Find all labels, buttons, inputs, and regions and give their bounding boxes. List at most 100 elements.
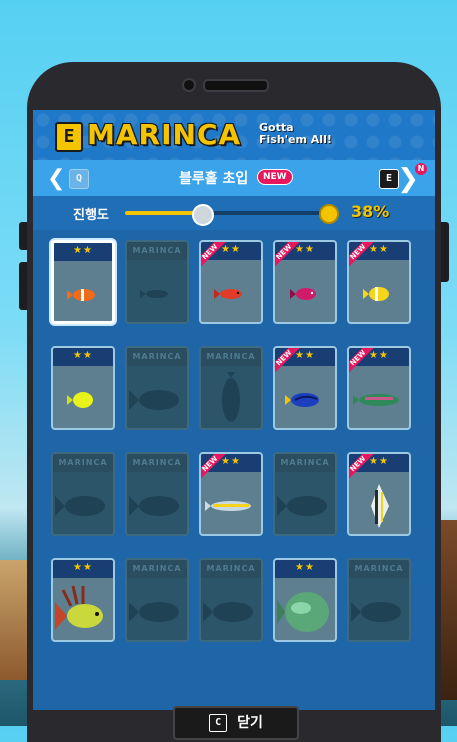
card-header: MARINCA <box>201 560 261 578</box>
locked-card-label: MARINCA <box>206 352 256 361</box>
fish-card[interactable]: ★★ <box>273 558 337 642</box>
card-header: ★★ <box>54 243 112 261</box>
stage-title: 블루홀 초입 <box>179 171 249 187</box>
fish-card[interactable]: ★★ NEW <box>273 346 337 430</box>
phone-side-button <box>19 222 27 250</box>
fish-card[interactable]: MARINCA <box>51 452 115 536</box>
fish-card[interactable]: MARINCA <box>199 558 263 642</box>
fish-silhouette-icon <box>201 582 261 640</box>
grouper-icon <box>275 582 335 640</box>
locked-card-label: MARINCA <box>132 352 182 361</box>
fish-silhouette-icon <box>275 476 335 534</box>
speaker-grill <box>203 79 269 92</box>
progress-percent: 38% <box>351 202 390 221</box>
green-wrasse-icon <box>349 370 409 428</box>
card-header: MARINCA <box>275 454 335 472</box>
fish-card[interactable]: MARINCA <box>125 452 189 536</box>
red-fish-icon <box>201 264 261 322</box>
fish-card[interactable]: ★★ <box>51 240 115 324</box>
fish-card[interactable]: ★★ <box>51 346 115 430</box>
fish-card[interactable]: MARINCA <box>199 346 263 430</box>
card-header: MARINCA <box>127 560 187 578</box>
locked-card-label: MARINCA <box>354 564 404 573</box>
lionfish-icon <box>53 582 113 640</box>
collection-panel: ★★ MARINCA ★★ NEW ★★ NEW ★★ NEW ★★ MARINCA MARINCA… <box>33 230 435 710</box>
locked-card-label: MARINCA <box>132 246 182 255</box>
locked-card-label: MARINCA <box>58 458 108 467</box>
card-header: ★★ <box>275 560 335 578</box>
reward-coin-icon <box>319 204 339 224</box>
angelfish-icon <box>349 476 409 534</box>
tagline: Gotta Fish'em All! <box>259 122 332 146</box>
background-pier <box>439 520 457 700</box>
close-label: 닫기 <box>237 715 263 731</box>
locked-card-label: MARINCA <box>132 564 182 573</box>
fish-card[interactable]: ★★ NEW <box>347 346 411 430</box>
prev-stage-button[interactable]: ❮ <box>47 166 65 191</box>
fish-card[interactable]: ★★ NEW <box>199 240 263 324</box>
fish-silhouette-icon <box>127 370 187 428</box>
fish-silhouette-icon <box>349 582 409 640</box>
fish-card[interactable]: MARINCA <box>125 240 189 324</box>
tagline-line-2: Fish'em All! <box>259 133 332 146</box>
fish-card-grid: ★★ MARINCA ★★ NEW ★★ NEW ★★ NEW ★★ MARINCA MARINCA… <box>51 240 411 642</box>
locked-card-label: MARINCA <box>132 458 182 467</box>
phone-frame: E MARINCA Gotta Fish'em All! ❮ Q 블루홀 초입 … <box>19 62 449 742</box>
fish-silhouette-icon <box>127 476 187 534</box>
star-rating: ★★ <box>73 350 93 361</box>
blue-tang-icon <box>275 370 335 428</box>
next-key-hint: E <box>379 169 399 189</box>
progress-track <box>125 204 325 226</box>
fish-card[interactable]: MARINCA <box>125 558 189 642</box>
card-header: MARINCA <box>201 348 261 366</box>
phone-side-button <box>441 222 449 282</box>
yellow-tang-icon <box>53 370 113 428</box>
game-screen: E MARINCA Gotta Fish'em All! ❮ Q 블루홀 초입 … <box>33 110 435 740</box>
card-header: ★★ <box>53 348 113 366</box>
background-dock <box>0 560 30 680</box>
fish-card[interactable]: ★★ NEW <box>347 240 411 324</box>
fish-silhouette-icon <box>201 370 261 428</box>
notification-badge: N <box>415 163 427 175</box>
progress-fill <box>125 211 201 215</box>
locked-card-label: MARINCA <box>280 458 330 467</box>
fish-card[interactable]: ★★ NEW <box>347 452 411 536</box>
card-header: MARINCA <box>127 348 187 366</box>
brand-logo: MARINCA <box>87 118 242 151</box>
progress-fish-icon <box>192 204 214 226</box>
card-header: ★★ <box>53 560 113 578</box>
close-button[interactable]: C 닫기 <box>173 706 299 740</box>
progress-row: 진행도 38% <box>33 196 435 230</box>
card-header: MARINCA <box>53 454 113 472</box>
pink-fish-icon <box>275 264 335 322</box>
star-rating: ★★ <box>295 562 315 573</box>
clownfish-icon <box>54 265 112 321</box>
fish-card[interactable]: ★★ NEW <box>273 240 337 324</box>
progress-label: 진행도 <box>73 208 109 223</box>
card-header: MARINCA <box>349 560 409 578</box>
star-rating: ★★ <box>73 562 93 573</box>
star-rating: ★★ <box>73 245 93 256</box>
fish-card[interactable]: ★★ NEW <box>199 452 263 536</box>
camera-dot <box>182 78 196 92</box>
fish-card[interactable]: MARINCA <box>125 346 189 430</box>
fish-card[interactable]: MARINCA <box>347 558 411 642</box>
yellow-fish-icon <box>349 264 409 322</box>
new-badge: NEW <box>257 169 293 185</box>
card-header: MARINCA <box>127 454 187 472</box>
locked-card-label: MARINCA <box>206 564 256 573</box>
fish-silhouette-icon <box>127 264 187 322</box>
close-key-hint: C <box>209 714 228 732</box>
prev-key-hint: Q <box>69 169 89 189</box>
fish-silhouette-icon <box>127 582 187 640</box>
fish-silhouette-icon <box>53 476 113 534</box>
card-header: MARINCA <box>127 242 187 260</box>
fish-card[interactable]: ★★ <box>51 558 115 642</box>
footer: C 닫기 <box>33 706 435 740</box>
long-fish-icon <box>201 476 261 534</box>
app-header: E MARINCA Gotta Fish'em All! <box>33 110 435 160</box>
stage-bar: ❮ Q 블루홀 초입 NEW E ❯ N <box>33 160 435 204</box>
phone-side-button <box>19 262 27 310</box>
logo-icon: E <box>55 122 83 152</box>
fish-card[interactable]: MARINCA <box>273 452 337 536</box>
